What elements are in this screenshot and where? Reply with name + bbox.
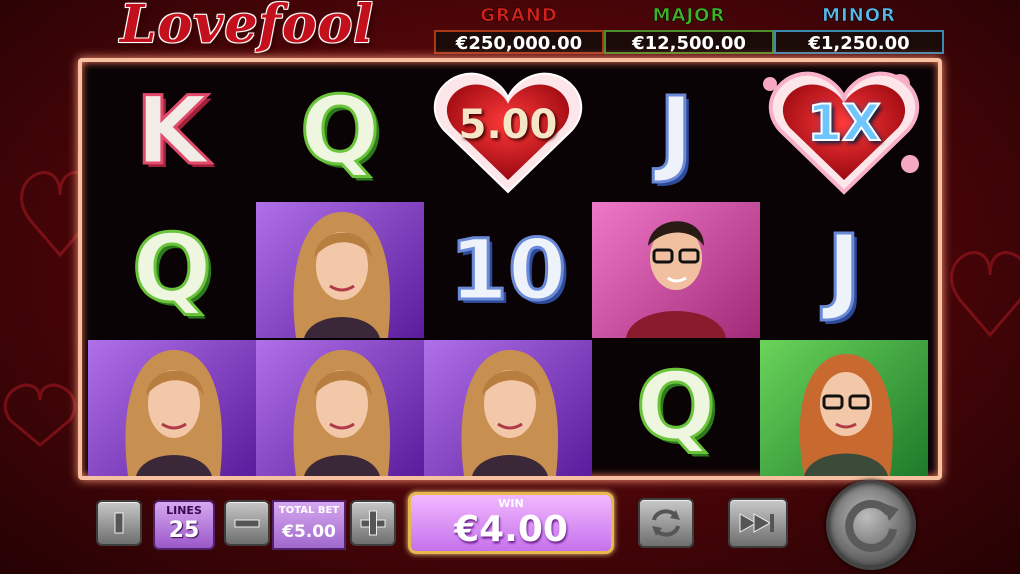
reel-symbol-redhead-woman bbox=[760, 340, 928, 476]
total-bet-value: €5.00 bbox=[282, 522, 336, 542]
reel-grid: K Q 5.00 J 1X Q 10 J Q bbox=[78, 58, 942, 480]
heart-value: 5.00 bbox=[458, 102, 558, 148]
reel-symbol-q: Q bbox=[592, 340, 760, 476]
reel-symbol-10: 10 bbox=[424, 202, 592, 338]
reel-symbol-man-with-glasses bbox=[592, 202, 760, 338]
win-value: €4.00 bbox=[454, 509, 568, 550]
increase-bet-button[interactable] bbox=[350, 500, 396, 546]
turbo-button[interactable] bbox=[728, 498, 788, 548]
jackpot-minor-label: MINOR bbox=[822, 5, 896, 27]
reel-symbol-j: J bbox=[760, 202, 928, 338]
game-logo: Lovefool bbox=[112, 0, 417, 62]
reel-symbol-blonde-woman bbox=[88, 340, 256, 476]
man-portrait bbox=[626, 221, 726, 338]
spin-button[interactable] bbox=[826, 480, 916, 570]
fast-forward-icon bbox=[739, 513, 774, 533]
autoplay-icon bbox=[652, 509, 680, 537]
reel-symbol-blonde-woman bbox=[424, 340, 592, 476]
jackpot-major-label: MAJOR bbox=[652, 5, 726, 27]
reel-symbol-heart-value: 5.00 bbox=[424, 64, 592, 200]
symbol-letter: Q bbox=[635, 352, 718, 464]
info-icon bbox=[114, 512, 124, 534]
lines-selector[interactable]: LINES 25 bbox=[153, 500, 215, 550]
lines-label: LINES bbox=[166, 504, 202, 517]
blonde-woman-portrait bbox=[293, 350, 391, 476]
jackpot-grand: GRAND €250,000.00 bbox=[434, 5, 604, 55]
reel-symbol-blonde-woman bbox=[256, 202, 424, 338]
reel-symbol-heart-multiplier: 1X bbox=[760, 64, 928, 200]
reel-symbol-k: K bbox=[88, 64, 256, 200]
redhead-woman-portrait bbox=[799, 354, 893, 476]
blonde-woman-portrait bbox=[125, 350, 223, 476]
reel-symbol-q: Q bbox=[88, 202, 256, 338]
jackpot-minor-value: €1,250.00 bbox=[774, 30, 944, 54]
multiplier-value: 1X bbox=[806, 93, 881, 153]
blonde-woman-portrait bbox=[461, 350, 559, 476]
symbol-letter: Q bbox=[299, 76, 382, 188]
win-display: WIN €4.00 bbox=[408, 492, 614, 554]
symbol-letter: J bbox=[825, 214, 863, 326]
minus-icon bbox=[234, 519, 260, 528]
symbol-letter: J bbox=[657, 76, 695, 188]
jackpot-minor: MINOR €1,250.00 bbox=[774, 5, 944, 55]
decrease-bet-button[interactable] bbox=[224, 500, 270, 546]
jackpot-major-value: €12,500.00 bbox=[604, 30, 774, 54]
symbol-letter: Q bbox=[131, 214, 214, 326]
info-button[interactable] bbox=[96, 500, 142, 546]
jackpot-grand-value: €250,000.00 bbox=[434, 30, 604, 54]
game-title: Lovefool bbox=[120, 0, 375, 55]
symbol-letter: 10 bbox=[448, 220, 568, 321]
total-bet-display: TOTAL BET €5.00 bbox=[272, 500, 346, 550]
symbol-letter: K bbox=[134, 76, 210, 188]
total-bet-label: TOTAL BET bbox=[278, 505, 340, 516]
reel-symbol-blonde-woman bbox=[256, 340, 424, 476]
autoplay-button[interactable] bbox=[638, 498, 694, 548]
plus-icon bbox=[360, 510, 386, 536]
reel-symbol-q: Q bbox=[256, 64, 424, 200]
jackpot-major: MAJOR €12,500.00 bbox=[604, 5, 774, 55]
blonde-woman-portrait bbox=[293, 212, 391, 338]
reel-symbol-j: J bbox=[592, 64, 760, 200]
jackpot-grand-label: GRAND bbox=[480, 5, 558, 27]
lines-value: 25 bbox=[168, 518, 200, 543]
spin-icon bbox=[845, 500, 899, 552]
